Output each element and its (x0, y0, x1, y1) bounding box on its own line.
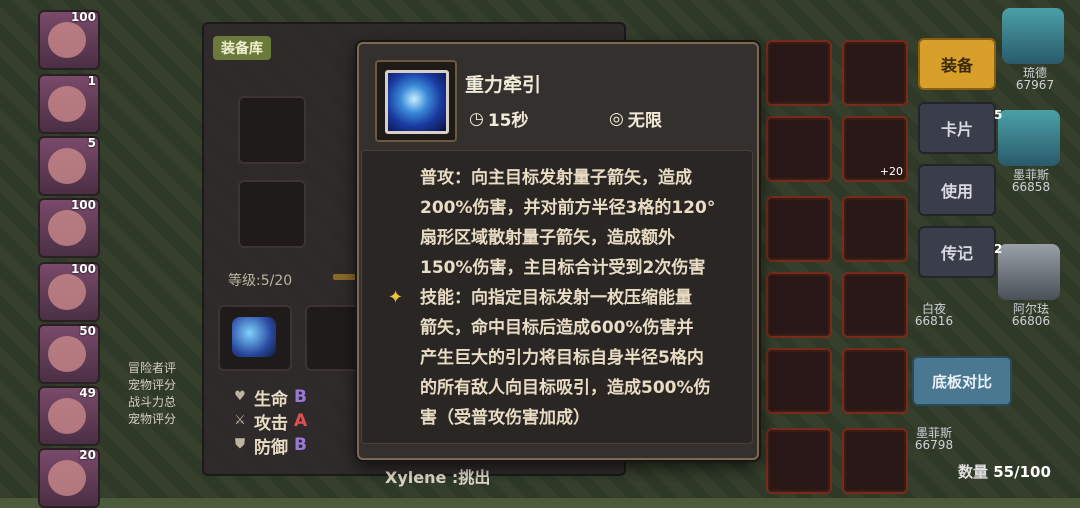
armor-slot[interactable] (238, 180, 306, 248)
heart-icon: ♥ (234, 389, 246, 404)
hero-portrait (48, 148, 86, 184)
hero-level: 100 (70, 198, 96, 212)
equipment-item[interactable] (766, 272, 832, 338)
equipment-item[interactable] (842, 196, 908, 262)
info-line: 战斗力总 (128, 395, 177, 409)
hero-card-right[interactable]: 墨菲斯 66798 (904, 362, 964, 452)
hero-portrait (48, 22, 86, 58)
hero-card-right[interactable]: 5 墨菲斯 66858 (992, 104, 1070, 194)
hero-power: 67967 (1015, 78, 1055, 92)
skill-range: ◎ 无限 (609, 106, 662, 132)
hero-level: 50 (79, 324, 96, 338)
equipment-library-tab[interactable]: 装备库 (213, 36, 271, 60)
hero-portrait (48, 86, 86, 122)
target-icon: ◎ (609, 108, 624, 129)
hero-level: 5 (994, 108, 1003, 122)
hero-card-right[interactable]: 白夜 66816 (904, 238, 964, 328)
skill-description: 普攻：向主目标发射量子箭矢，造成 200%伤害，并对前方半径3格的120° 扇形… (420, 168, 716, 428)
hero-card[interactable]: 100 (38, 198, 100, 258)
info-line: 宠物评分 (128, 378, 177, 392)
equipment-item[interactable] (766, 116, 832, 182)
stat-name: 攻击 (254, 413, 288, 434)
stat-name: 生命 (254, 389, 288, 410)
chat-message: Xylene :挑出 (385, 468, 491, 487)
hero-power: 66858 (1011, 180, 1051, 194)
sparkle-icon: ✦ (388, 287, 404, 308)
range-value: 无限 (627, 111, 662, 131)
use-tab-button[interactable]: 使用 (918, 164, 996, 216)
hero-card-right[interactable]: 2 阿尔珐 66806 (992, 238, 1070, 328)
hero-level: 20 (79, 448, 96, 462)
item-count: 数量 55/100 (958, 461, 1051, 482)
skill-description-box: 普攻：向主目标发射量子箭矢，造成 200%伤害，并对前方半径3格的120° 扇形… (361, 150, 753, 444)
hero-portrait (998, 244, 1060, 300)
hero-portrait (48, 274, 86, 310)
card-tab-button[interactable]: 卡片 (918, 102, 996, 154)
equip-tab-button[interactable]: 装备 (918, 38, 996, 90)
skill-icon-frame (375, 60, 457, 142)
hero-card[interactable]: 5 (38, 136, 100, 196)
hero-list-left: 100 1 5 100 100 50 49 20 (34, 0, 100, 508)
equipment-item[interactable] (766, 348, 832, 414)
hero-card[interactable]: 50 (38, 324, 100, 384)
player-info: 冒险者评 宠物评分 战斗力总 宠物评分 (128, 360, 198, 428)
stat-defense: ⛊ 防御 B (232, 433, 307, 458)
hero-card[interactable]: 100 (38, 10, 100, 70)
equipment-item[interactable] (842, 272, 908, 338)
hero-portrait (48, 398, 86, 434)
count-label: 数量 (958, 463, 989, 481)
hero-power: 66816 (914, 314, 954, 328)
stats-list: ♥ 生命 B ⚔ 攻击 A ⛊ 防御 B (232, 385, 308, 458)
stat-grade: B (294, 435, 307, 455)
hero-level: 5 (87, 136, 96, 150)
stat-grade: B (294, 387, 307, 407)
hero-level: 100 (70, 262, 96, 276)
skill-cooldown: ◷ 15秒 (469, 106, 529, 132)
skill-title: 重力牵引 (465, 74, 542, 96)
hero-portrait (48, 336, 86, 372)
hero-power: 66806 (1011, 314, 1051, 328)
hero-level: 100 (70, 10, 96, 24)
hero-card-right[interactable]: 琉德 67967 (996, 2, 1074, 92)
equipment-item[interactable] (842, 428, 908, 494)
cooldown-value: 15秒 (487, 111, 529, 131)
hero-level: 2 (994, 242, 1003, 256)
stat-name: 防御 (254, 437, 288, 458)
skill-slot[interactable] (218, 305, 292, 371)
hero-portrait (48, 460, 86, 496)
hero-card[interactable]: 1 (38, 74, 100, 134)
equipment-item[interactable]: +20 (842, 116, 908, 182)
gravity-skill-icon (385, 70, 449, 134)
hero-power: 66798 (914, 438, 954, 452)
info-line: 冒险者评 (128, 361, 177, 375)
locked-slot[interactable] (305, 305, 361, 371)
info-line: 宠物评分 (128, 412, 177, 426)
hero-portrait (48, 210, 86, 246)
equipment-item[interactable] (842, 40, 908, 106)
hero-level: 1 (87, 74, 96, 88)
enhance-level: +20 (879, 165, 903, 178)
skill-tooltip: 重力牵引 ◷ 15秒 ◎ 无限 普攻：向主目标发射量子箭矢，造成 200%伤害，并对… (357, 42, 759, 460)
hero-level: 49 (79, 386, 96, 400)
hero-card[interactable]: 49 (38, 386, 100, 446)
count-value: 55/100 (993, 463, 1051, 481)
stat-hp: ♥ 生命 B (232, 385, 307, 410)
hero-portrait (998, 110, 1060, 166)
equipment-item[interactable] (766, 196, 832, 262)
hero-portrait (1002, 8, 1064, 64)
hero-card[interactable]: 20 (38, 448, 100, 508)
equipment-item[interactable] (766, 428, 832, 494)
skill-gem-icon (232, 317, 276, 357)
stat-attack: ⚔ 攻击 A (232, 409, 308, 434)
hero-card[interactable]: 100 (38, 262, 100, 322)
shield-icon: ⛊ (235, 437, 245, 452)
equipment-item[interactable] (766, 40, 832, 106)
equipment-item[interactable] (842, 348, 908, 414)
equipment-level: 等级:5/20 (228, 273, 293, 289)
weapon-slot[interactable] (238, 96, 306, 164)
stat-grade: A (294, 411, 308, 431)
clock-icon: ◷ (469, 108, 484, 129)
sword-icon: ⚔ (234, 413, 246, 428)
